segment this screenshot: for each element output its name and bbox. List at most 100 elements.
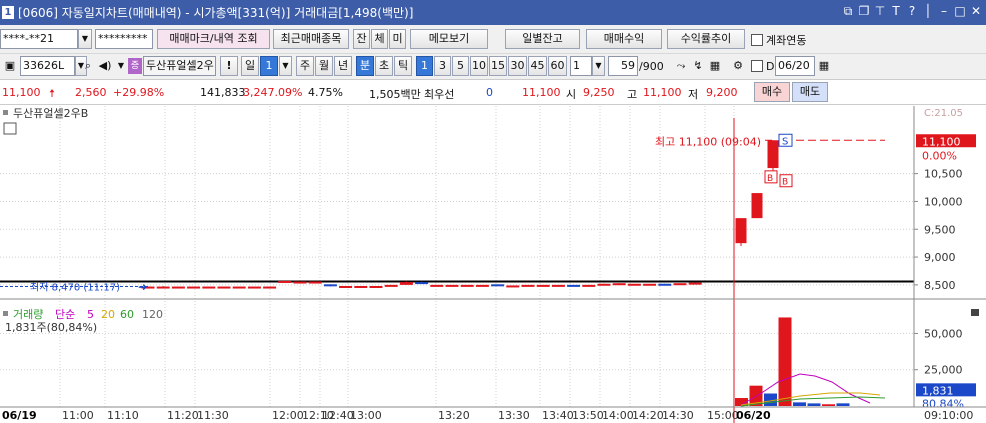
volume-value: 141,833 (200, 86, 246, 99)
account-link-label: 계좌연동 (766, 34, 807, 47)
chart-add-icon[interactable]: ⤳ (673, 56, 689, 76)
trade-mark-button[interactable]: 매매마크/내역 조회 (157, 29, 270, 49)
interval-button-3[interactable]: 3 (434, 56, 451, 76)
remaining-button[interactable]: 잔 (353, 29, 370, 49)
warning-icon[interactable]: ! (220, 56, 238, 76)
volume-axis-tick-label: 50,000 (924, 327, 963, 340)
high-label: 고 (627, 88, 638, 101)
x-axis-tick-label: 09:10:00 (924, 409, 973, 422)
pin-icon[interactable]: ⊤ (874, 4, 886, 18)
current-price-badge-label: 11,100 (922, 135, 961, 148)
grid-icon[interactable]: ▦ (707, 56, 723, 76)
calendar-icon[interactable]: ▦ (816, 56, 832, 76)
execution-button[interactable]: 체 (371, 29, 388, 49)
close-icon[interactable]: ✕ (970, 4, 982, 18)
custom-interval-dropdown-icon[interactable]: ▼ (592, 56, 605, 76)
candle-body (156, 286, 170, 289)
candle-body (536, 284, 550, 287)
recent-items-button[interactable]: 최근매매종목 (273, 29, 349, 49)
x-axis-tick-label: 13:30 (498, 409, 530, 422)
period-day-dropdown-icon[interactable]: ▼ (279, 56, 292, 76)
volume-bar (807, 403, 821, 406)
candle-body (415, 282, 429, 285)
count-field[interactable]: 59 (608, 56, 638, 76)
candle-body (567, 284, 581, 287)
low-annotation: 최저 8,470 (11:17) (30, 282, 120, 294)
period-year-button[interactable]: 년 (334, 56, 352, 76)
date-checkbox[interactable] (751, 60, 763, 72)
interval-button-60[interactable]: 60 (548, 56, 567, 76)
open-label: 시 (566, 88, 577, 101)
account-dropdown-icon[interactable]: ▼ (78, 29, 92, 49)
password-field[interactable]: ********* (95, 29, 153, 49)
chart-background (0, 106, 986, 423)
copy-window-icon[interactable]: ❐ (858, 4, 870, 18)
stock-name-field[interactable]: 두산퓨얼셀2우 (143, 56, 216, 76)
volume-legend-label: 거래량 (13, 308, 43, 321)
minimize-icon[interactable]: – (938, 4, 950, 18)
interval-button-45[interactable]: 45 (528, 56, 547, 76)
candle-body (551, 284, 565, 287)
ma120-label: 120 (142, 308, 163, 321)
high-annotation: 최고 11,100 (09:04) (655, 135, 761, 148)
candle-body (627, 283, 641, 286)
candle-body (506, 285, 520, 288)
stock-code-field[interactable]: 33626L (20, 56, 75, 76)
speaker-dropdown-icon[interactable]: ▼ (113, 56, 129, 76)
candle-body (445, 284, 459, 287)
period-tick-button[interactable]: 틱 (394, 56, 412, 76)
trade-profit-button[interactable]: 매매수익 (586, 29, 662, 49)
candle-body (612, 283, 626, 286)
volume-bar (836, 403, 850, 406)
link-window-icon[interactable]: ⧉ (842, 4, 854, 18)
period-month-button[interactable]: 월 (315, 56, 333, 76)
memo-button[interactable]: 메모보기 (410, 29, 488, 49)
candle-body (399, 282, 413, 285)
maximize-icon[interactable]: □ (954, 4, 966, 18)
volume-badge-label: 1,831 (922, 384, 954, 397)
date-field[interactable]: 06/20 (775, 56, 815, 76)
interval-button-30[interactable]: 30 (508, 56, 527, 76)
period-week-button[interactable]: 주 (296, 56, 314, 76)
period-day-button[interactable]: 일 (241, 56, 259, 76)
candle-body (597, 283, 611, 286)
buy-button[interactable]: 매수 (754, 82, 790, 102)
x-axis-tick-label: 11:20 (167, 409, 199, 422)
help-icon[interactable]: ? (906, 4, 918, 18)
chart-tools-icon[interactable]: ↯ (690, 56, 706, 76)
interval-button-15[interactable]: 15 (489, 56, 507, 76)
account-link-checkbox[interactable] (751, 34, 763, 46)
panel-collapse-icon[interactable] (971, 309, 979, 316)
text-icon[interactable]: T (890, 4, 902, 18)
daily-balance-button[interactable]: 일별잔고 (505, 29, 580, 49)
x-axis-tick-label: 11:00 (62, 409, 94, 422)
interval-button-5[interactable]: 5 (452, 56, 469, 76)
speaker-icon[interactable]: ◀) (97, 56, 113, 76)
window-title: [0606] 자동일지차트(매매내역) - 시가총액[331(억)] 거래대금[… (18, 6, 414, 20)
turnover-pct: 4.75% (308, 86, 343, 99)
interval-button-1[interactable]: 1 (416, 56, 433, 76)
period-minute-button[interactable]: 분 (356, 56, 374, 76)
period-second-button[interactable]: 초 (375, 56, 393, 76)
ma60-label: 60 (120, 308, 134, 321)
return-trend-button[interactable]: 수익률추이 (667, 29, 745, 49)
candle-body (475, 284, 489, 287)
candle-body (491, 284, 505, 287)
x-axis-tick-label: 11:10 (107, 409, 139, 422)
current-price: 11,100 (2, 86, 41, 99)
volume-pct: 3,247.09% (243, 86, 303, 99)
candle-body (323, 284, 337, 287)
unexecuted-button[interactable]: 미 (389, 29, 406, 49)
date-prefix-label: D (766, 60, 775, 73)
candle-body (293, 281, 307, 284)
interval-button-10[interactable]: 10 (470, 56, 488, 76)
period-day-count[interactable]: 1 (260, 56, 278, 76)
chart-area[interactable]: 최저 8,470 (11:17) ➜ 최고 11,100 (09:04) S B B 10… (0, 106, 986, 423)
x-axis-tick-label: 11:30 (197, 409, 229, 422)
account-field[interactable]: ****-**21 (0, 29, 78, 49)
search-icon[interactable]: ⌕ (80, 56, 96, 76)
custom-interval-field[interactable]: 1 (570, 56, 592, 76)
sell-button[interactable]: 매도 (792, 82, 828, 102)
gear-icon[interactable]: ⚙ (730, 56, 746, 76)
stock-list-icon[interactable]: ▣ (2, 56, 18, 76)
